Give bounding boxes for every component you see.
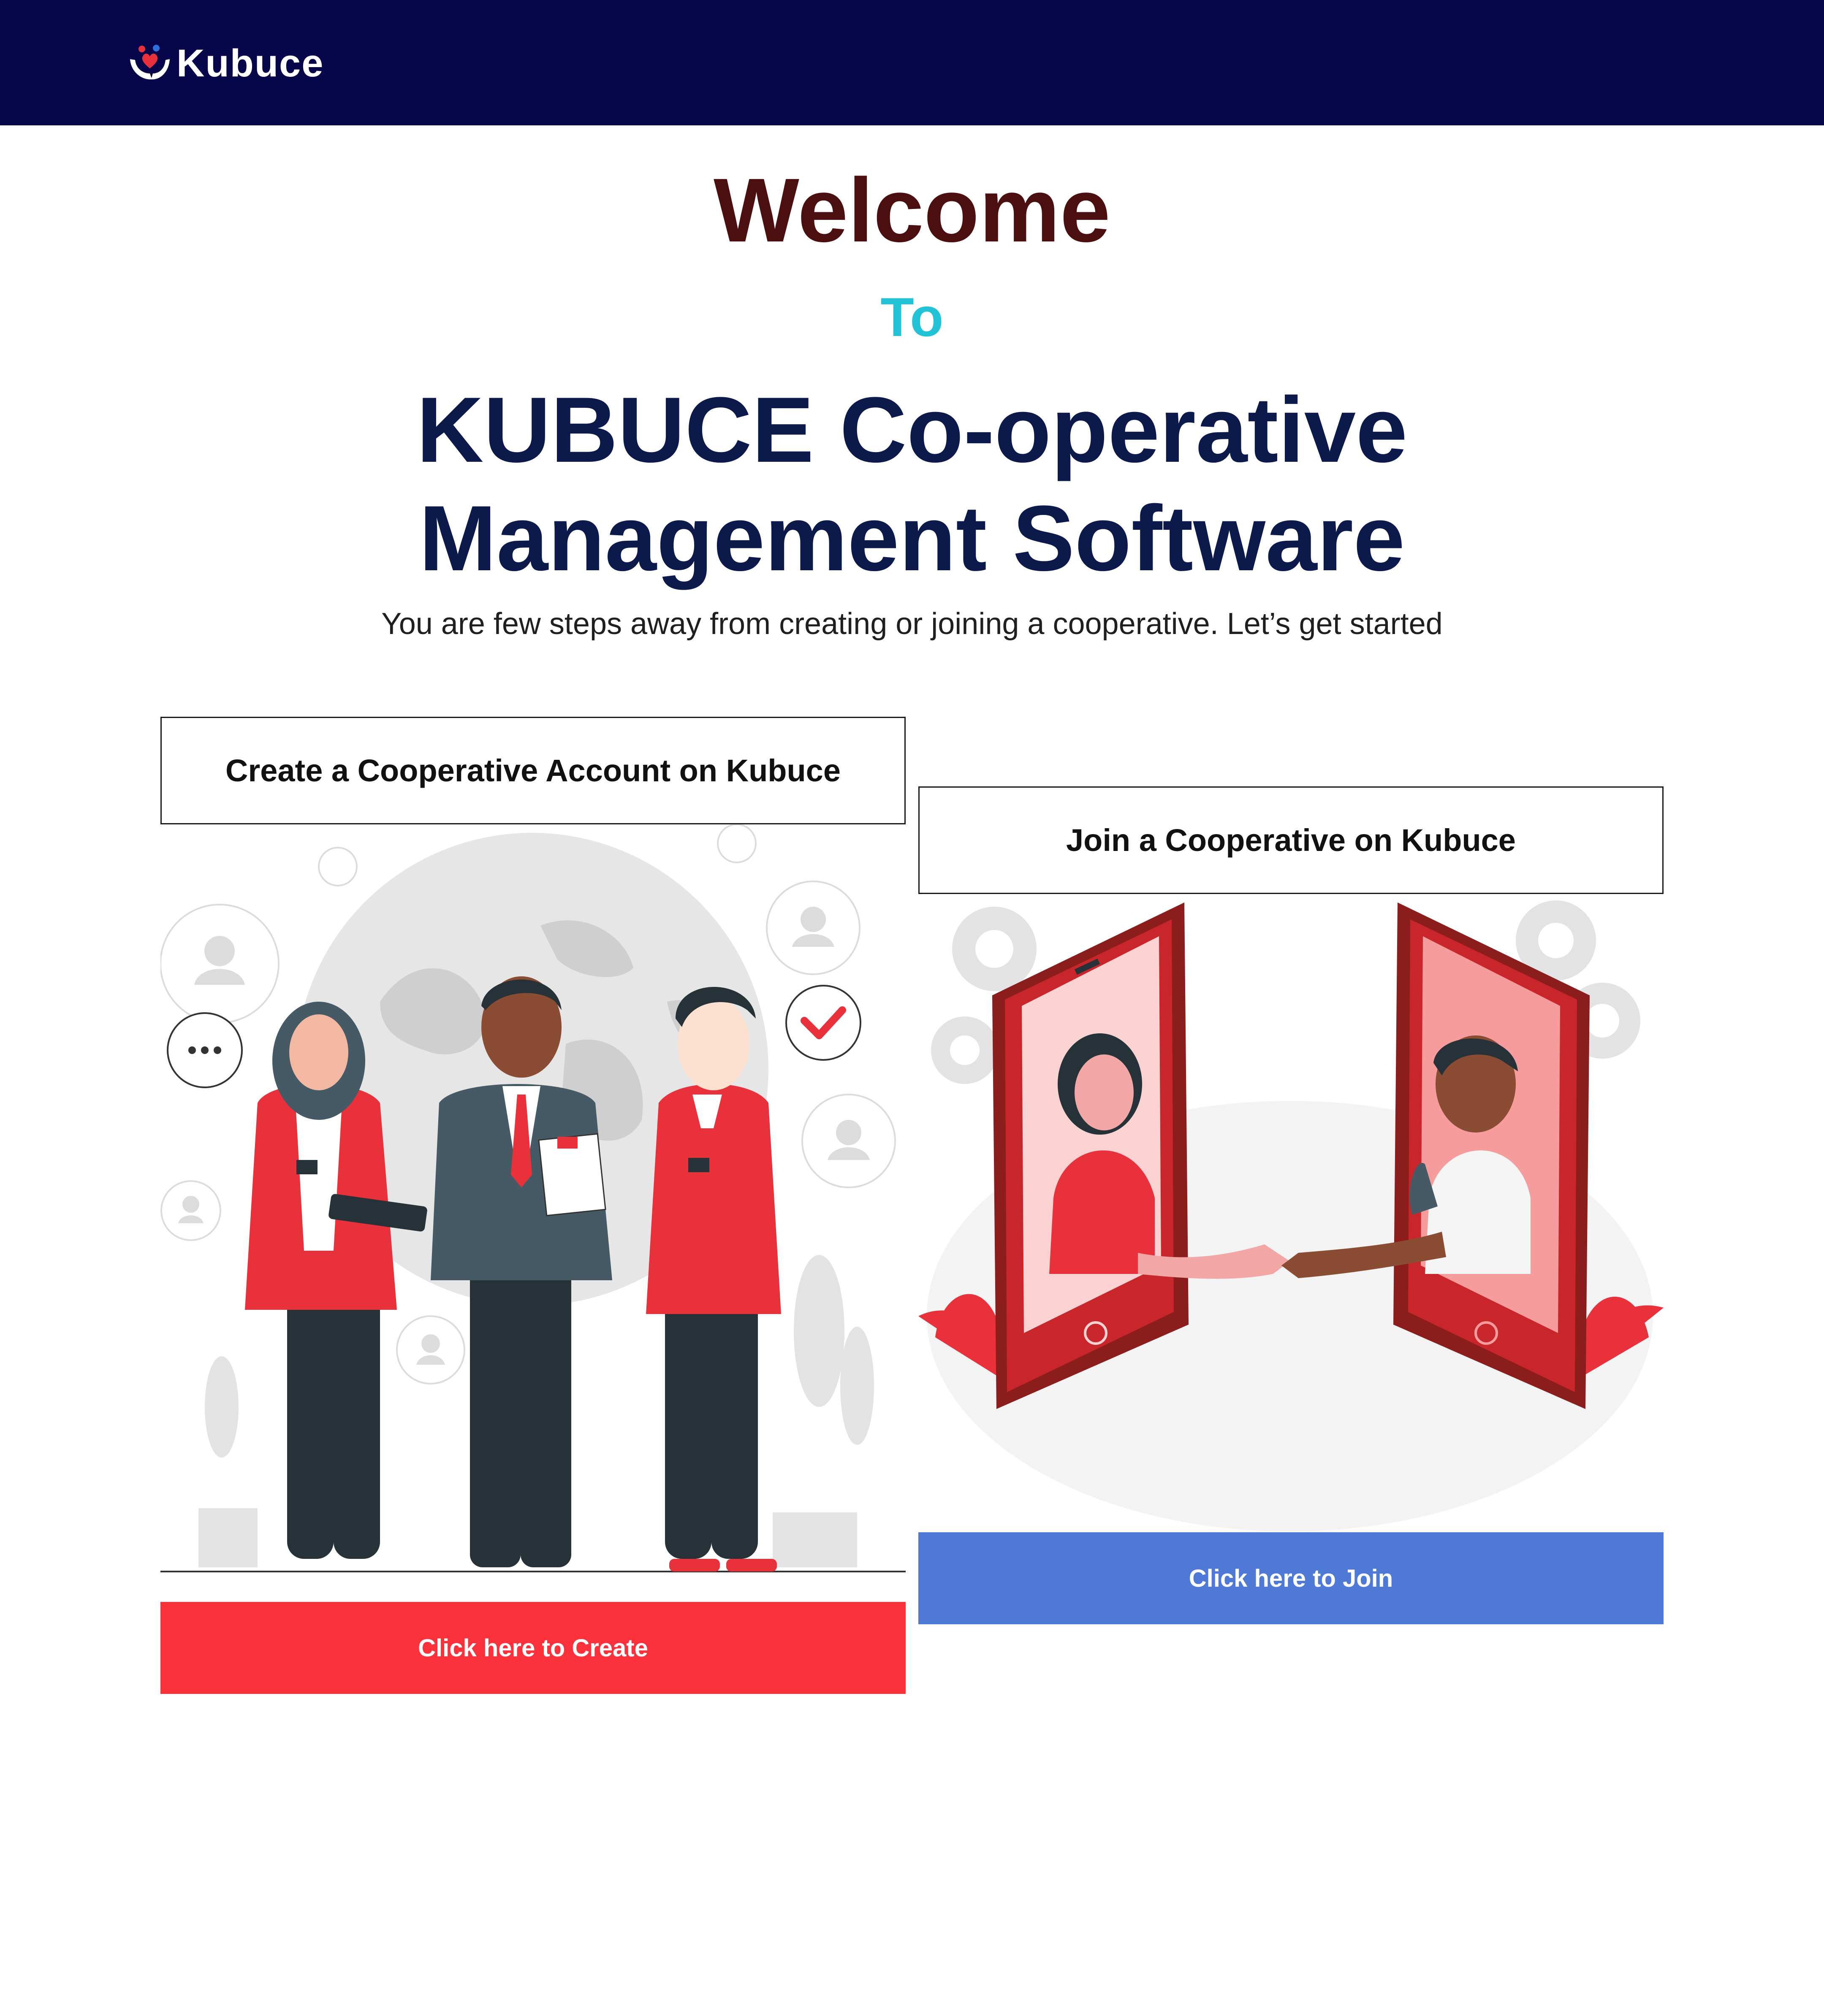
brand-name: Kubuce — [176, 42, 324, 85]
welcome-heading: Welcome — [714, 159, 1110, 261]
chat-bubble-check-icon — [785, 985, 861, 1061]
join-cooperative-button[interactable]: Click here to Join — [918, 1532, 1664, 1624]
create-cooperative-button[interactable]: Click here to Create — [160, 1602, 906, 1694]
create-card-heading: Create a Cooperative Account on Kubuce — [160, 717, 906, 824]
team-meeting-illustration — [160, 824, 906, 1601]
page-title: KUBUCE Co-operative Management Software — [416, 378, 1408, 591]
to-heading: To — [880, 286, 944, 348]
brand-logo[interactable]: Kubuce — [127, 42, 324, 84]
join-button-label: Click here to Join — [1189, 1564, 1393, 1592]
join-card-heading: Join a Cooperative on Kubuce — [918, 786, 1664, 894]
chat-bubble-dots-icon — [167, 1012, 243, 1088]
top-navbar: Kubuce — [0, 0, 1824, 125]
join-card-heading-text: Join a Cooperative on Kubuce — [1066, 823, 1516, 858]
phone-handshake-illustration — [918, 894, 1664, 1532]
create-button-label: Click here to Create — [418, 1634, 648, 1662]
page-subtitle: You are few steps away from creating or … — [381, 607, 1443, 641]
create-card-heading-text: Create a Cooperative Account on Kubuce — [225, 753, 841, 788]
hands-heart-logo-icon — [130, 45, 170, 80]
